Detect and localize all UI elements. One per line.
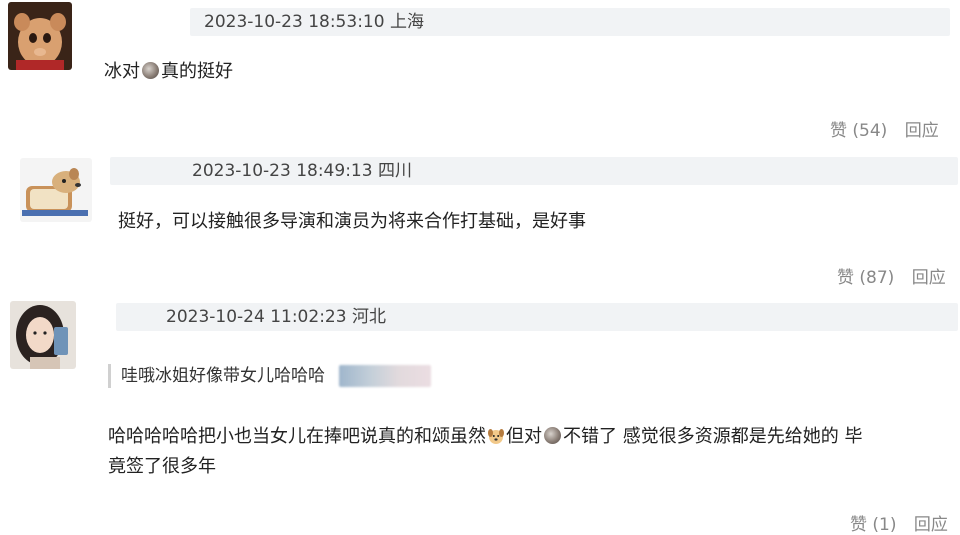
reply-button[interactable]: 回应	[912, 263, 946, 288]
quoted-reply-text: 哇哦冰姐好像带女儿哈哈哈	[121, 366, 325, 386]
comment-actions: 赞 (54) 回应	[830, 116, 939, 141]
comment-body: 哈哈哈哈哈把小也当女儿在捧吧说真的和颂虽然 但对 不错了 感觉很多资源都是先给她的 …	[108, 422, 948, 482]
comment-text-part: 不错了 感觉很多资源都是先给她的 毕	[563, 426, 863, 447]
dog-bread-avatar[interactable]	[20, 158, 92, 222]
comment-text: 挺好，可以接触很多导演和演员为将来合作打基础，是好事	[118, 211, 586, 232]
gray-dot-emoji	[142, 62, 159, 79]
comment-timestamp-location: 2023-10-23 18:53:10 上海	[204, 12, 424, 32]
comment-body: 冰对 真的挺好	[104, 57, 233, 87]
comment-timestamp-location: 2023-10-24 11:02:23 河北	[166, 307, 386, 327]
doll-avatar-image	[8, 2, 72, 70]
comment-2: 2023-10-23 18:49:13 四川 挺好，可以接触很多导演和演员为将来…	[0, 150, 960, 295]
comment-meta: 2023-10-24 11:02:23 河北	[116, 303, 958, 331]
comment-meta: 2023-10-23 18:53:10 上海	[190, 8, 950, 36]
reply-button[interactable]: 回应	[905, 116, 939, 141]
blurred-username	[339, 365, 431, 387]
comment-meta: 2023-10-23 18:49:13 四川	[110, 157, 958, 185]
like-button[interactable]: 赞 (1)	[850, 510, 896, 535]
girl-selfie-avatar[interactable]	[10, 301, 76, 369]
girl-selfie-avatar-image	[10, 301, 76, 369]
comment-text-part: 真的挺好	[161, 61, 233, 82]
comment-text-part: 冰对	[104, 61, 140, 82]
comment-actions: 赞 (87) 回应	[837, 263, 946, 288]
like-button[interactable]: 赞 (87)	[837, 263, 894, 288]
like-button[interactable]: 赞 (54)	[830, 116, 887, 141]
comment-3: 2023-10-24 11:02:23 河北 哇哦冰姐好像带女儿哈哈哈 哈哈哈哈…	[0, 295, 960, 535]
doll-avatar[interactable]	[8, 2, 72, 70]
comment-actions: 赞 (1) 回应	[850, 510, 948, 535]
comment-1: 2023-10-23 18:53:10 上海 冰对 真的挺好 赞 (54) 回应	[0, 0, 960, 150]
comment-line-2: 竟签了很多年	[108, 452, 948, 482]
dog-face-emoji	[488, 429, 504, 444]
comment-text-part: 但对	[506, 426, 542, 447]
gray-dot-emoji	[544, 427, 561, 444]
comment-body: 挺好，可以接触很多导演和演员为将来合作打基础，是好事	[118, 207, 586, 237]
quoted-reply[interactable]: 哇哦冰姐好像带女儿哈哈哈	[108, 364, 431, 388]
comment-text-part: 竟签了很多年	[108, 456, 216, 477]
dog-bread-avatar-image	[20, 158, 92, 222]
reply-button[interactable]: 回应	[914, 510, 948, 535]
comment-line-1: 哈哈哈哈哈把小也当女儿在捧吧说真的和颂虽然 但对 不错了 感觉很多资源都是先给她的 …	[108, 422, 948, 452]
comment-text-part: 哈哈哈哈哈把小也当女儿在捧吧说真的和颂虽然	[108, 426, 486, 447]
comment-timestamp-location: 2023-10-23 18:49:13 四川	[192, 161, 412, 181]
